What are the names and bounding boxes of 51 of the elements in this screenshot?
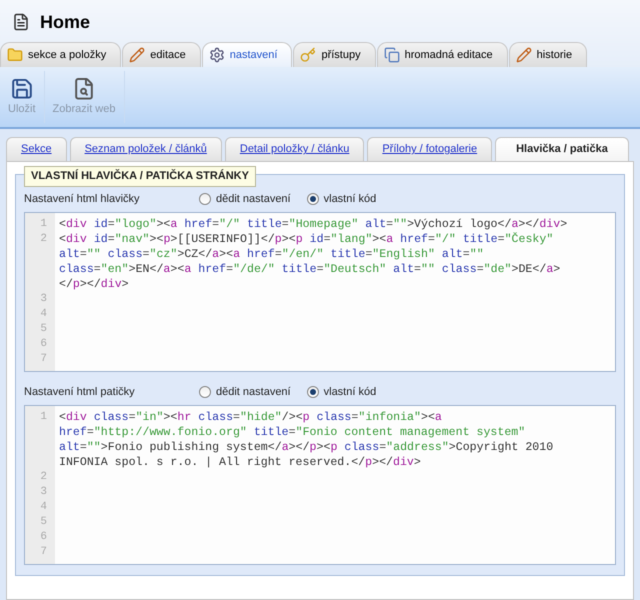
code-editor[interactable] [24,212,616,372]
code-editor[interactable] [24,405,616,565]
radio-option[interactable]: vlastní kód [306,190,376,208]
line-number: 7 [39,352,48,367]
sub-tab[interactable]: Seznam položek / článků [70,137,222,161]
line-number: 3 [39,292,48,307]
main-tab[interactable]: editace [122,42,201,67]
code-line: <div class="in"><hr class="hide"/><p class="infonia"><a href="http://www.fonio.org" title="Fonio content management system" alt="">Fonio publishing system</a></p><p class="address">Copyright 2010 INFONIA spol. s r.o. | All right reserved.</p></div> [59,410,554,470]
line-number: 3 [39,485,48,500]
document-icon [12,13,30,31]
radio-button[interactable] [306,386,319,398]
line-number: 4 [39,500,48,515]
sub-tab[interactable]: Detail položky / článku [224,137,364,161]
sub-tab[interactable]: Přílohy / fotogalerie [367,137,492,161]
radio-button[interactable] [199,193,211,205]
radio-option[interactable]: vlastní kód [306,384,376,400]
line-number: 5 [39,515,48,530]
radio-option[interactable]: dědit nastavení [199,190,291,208]
sub-tab[interactable]: Sekce [6,137,67,161]
copy-icon [384,47,400,63]
save-icon [10,77,34,100]
main-tab[interactable]: hromadná editace [376,42,508,67]
line-number: 2 [39,470,48,485]
sub-tab[interactable]: Hlavička / patička [495,137,629,161]
radio-button[interactable] [306,193,319,205]
radio-option[interactable]: dědit nastavení [199,384,291,400]
line-number: 1 [39,410,48,425]
code-line: <div id="logo"><a href="/" title="Homepage" alt="">Výchozí logo</a></div> [59,217,568,232]
main-tab[interactable]: nastavení [202,42,292,67]
line-number: 1 [39,217,48,232]
line-number: 6 [39,530,48,545]
main-tab[interactable]: přístupy [293,42,376,67]
fieldset-legend: VLASTNÍ HLAVIČKA / PATIČKA STRÁNKY [24,166,256,186]
section-label: Nastavení html patičky [24,384,136,400]
section-label: Nastavení html hlavičky [24,192,141,207]
folder-icon [7,47,23,63]
key-icon [300,47,316,63]
line-number: 5 [39,322,48,337]
code-line: <div id="nav"><p>[[USERINFO]]</p><p id="lang"><a href="/" title="Česky" alt="" class="cz">CZ</a><a href="/en/" title="English" alt="" class="en">EN</a><a href="/de/" title="Deutsch" alt="" class="de">DE</a></p></div> [59,232,562,292]
line-number: 2 [39,232,48,247]
line-number: 7 [39,545,48,560]
line-number: 6 [39,337,48,352]
preview-icon [72,77,96,100]
page-title: Home [40,10,90,34]
pencil-icon [516,47,532,63]
line-number: 4 [39,307,48,322]
pencil-icon [129,47,146,63]
radio-button[interactable] [199,386,211,398]
main-tab[interactable]: sekce a položky [0,42,122,67]
gear-icon [208,47,225,63]
main-tab[interactable]: historie [508,42,588,67]
